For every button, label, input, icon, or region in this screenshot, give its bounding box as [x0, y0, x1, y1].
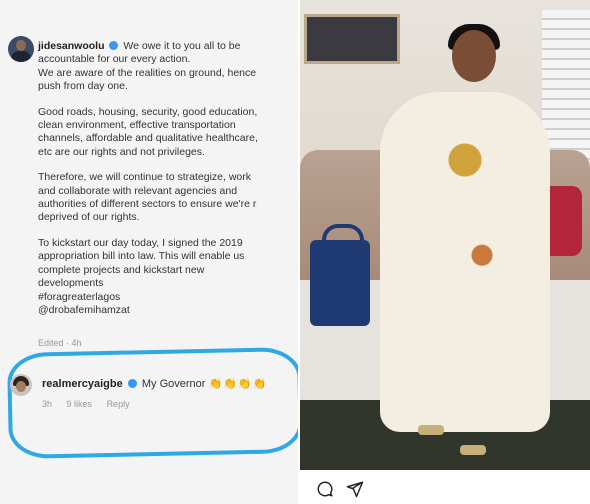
hashtag-link[interactable]: #foragreaterlagos [38, 291, 120, 303]
caption-line: Good roads, housing, security, good educ… [38, 105, 258, 118]
clapping-hands-icon: 👏👏👏👏 [208, 378, 268, 390]
caption-line: etc are our rights and not privileges. [38, 145, 205, 158]
author-avatar[interactable] [8, 36, 34, 62]
caption-line: clean environment, effective transportat… [38, 119, 236, 132]
caption-line: We are aware of the realities on ground,… [38, 66, 257, 79]
caption-line: Therefore, we will continue to strategiz… [38, 171, 252, 184]
post-action-bar [300, 470, 590, 504]
comment-likes[interactable]: 9 likes [67, 399, 93, 409]
avatar-face [16, 381, 26, 392]
caption-line: and collaborate with relevant agencies a… [38, 184, 238, 197]
shoe [460, 445, 486, 455]
woman-head [452, 30, 496, 82]
instagram-post-panel: jidesanwoolu We owe it to you all to be … [0, 0, 298, 504]
commenter-username[interactable]: realmercyaigbe [42, 378, 123, 390]
woman-outfit [380, 92, 550, 432]
caption-line: accountable for our every action. [38, 53, 191, 66]
mention-link[interactable]: @drobafemihamzat [38, 304, 130, 316]
post-caption: jidesanwoolu We owe it to you all to be … [38, 40, 298, 329]
caption-line: push from day one. [38, 80, 128, 93]
post-photo[interactable] [300, 0, 590, 470]
reply-link[interactable]: Reply [107, 399, 130, 409]
edited-timestamp: Edited · 4h [38, 338, 82, 348]
comment-time: 3h [42, 399, 53, 409]
send-icon[interactable] [346, 480, 364, 498]
comment-icon[interactable] [316, 480, 334, 498]
avatar-suit [11, 51, 31, 62]
verified-badge-icon [127, 379, 137, 388]
verified-badge-icon [109, 41, 119, 50]
caption-line: appropriation bill into law. This will e… [38, 250, 245, 263]
comment-meta: 3h 9 likes Reply [42, 399, 142, 409]
caption-line: We owe it to you all to be [123, 40, 241, 52]
caption-line: To kickstart our day today, I signed the… [38, 236, 243, 249]
caption-line: authorities of different sectors to ensu… [38, 198, 257, 211]
caption-line: developments [38, 277, 104, 290]
post-username[interactable]: jidesanwoolu [38, 40, 105, 52]
caption-line: complete projects and kickstart new [38, 263, 205, 276]
comment-text: realmercyaigbe My Governor 👏👏👏👏 [42, 377, 267, 390]
caption-line: channels, affordable and qualitative hea… [38, 132, 258, 145]
caption-line: deprived of our rights. [38, 211, 140, 224]
shoe [418, 425, 444, 435]
comment-message: My Governor [141, 378, 206, 390]
avatar-face [16, 40, 26, 51]
wall-frame [304, 14, 400, 64]
blue-handbag [310, 240, 370, 326]
commenter-avatar[interactable] [10, 374, 32, 396]
